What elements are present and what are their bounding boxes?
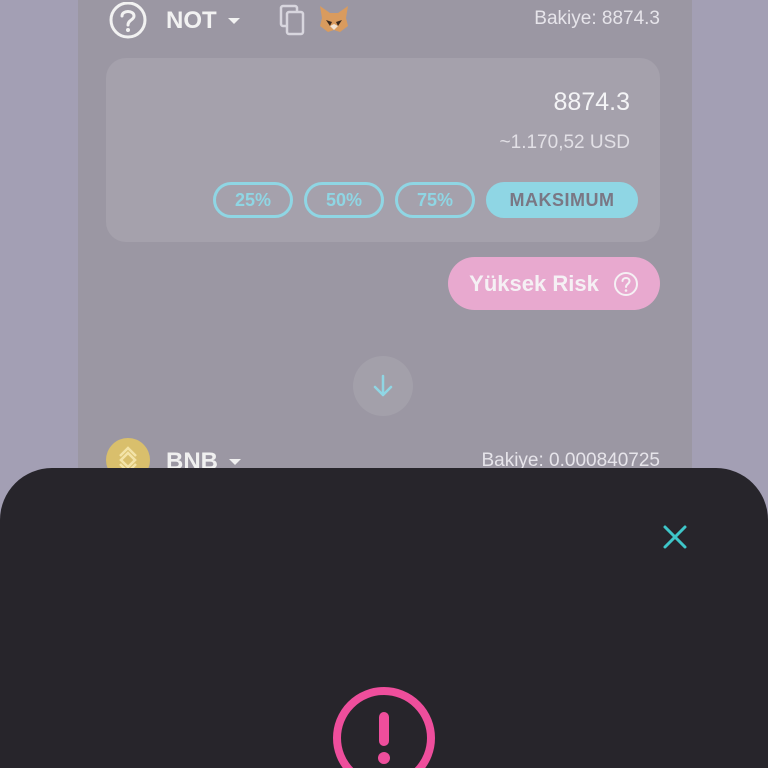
amount-input-card[interactable]: 8874.3 ~1.170,52 USD 25% 50% 75% MAKSIMU… bbox=[106, 58, 660, 242]
copy-icon[interactable] bbox=[278, 4, 306, 36]
arrow-down-icon bbox=[373, 374, 393, 397]
close-icon[interactable] bbox=[660, 522, 690, 552]
header: NOT Bakiye: 8874.3 bbox=[108, 0, 660, 40]
token-select-from[interactable]: NOT bbox=[166, 5, 241, 37]
amount-input[interactable]: 8874.3 bbox=[554, 88, 630, 117]
help-icon[interactable] bbox=[108, 2, 148, 42]
swap-direction-button[interactable] bbox=[353, 356, 413, 416]
high-risk-button[interactable]: Yüksek Risk bbox=[448, 257, 660, 310]
help-icon bbox=[613, 271, 638, 296]
percent-50-button[interactable]: 50% bbox=[304, 182, 384, 218]
percent-buttons: 25% 50% 75% MAKSIMUM bbox=[213, 182, 638, 218]
risk-label: Yüksek Risk bbox=[469, 270, 599, 296]
warning-icon bbox=[333, 687, 435, 768]
usd-value: ~1.170,52 USD bbox=[499, 132, 630, 153]
from-balance: Bakiye: 8874.3 bbox=[534, 8, 660, 29]
metamask-fox-icon[interactable] bbox=[318, 4, 350, 34]
percent-25-button[interactable]: 25% bbox=[213, 182, 293, 218]
chevron-down-icon bbox=[227, 18, 240, 24]
percent-75-button[interactable]: 75% bbox=[395, 182, 475, 218]
token-symbol: NOT bbox=[166, 7, 217, 34]
chevron-down-icon bbox=[229, 459, 241, 465]
max-button[interactable]: MAKSIMUM bbox=[486, 182, 638, 218]
